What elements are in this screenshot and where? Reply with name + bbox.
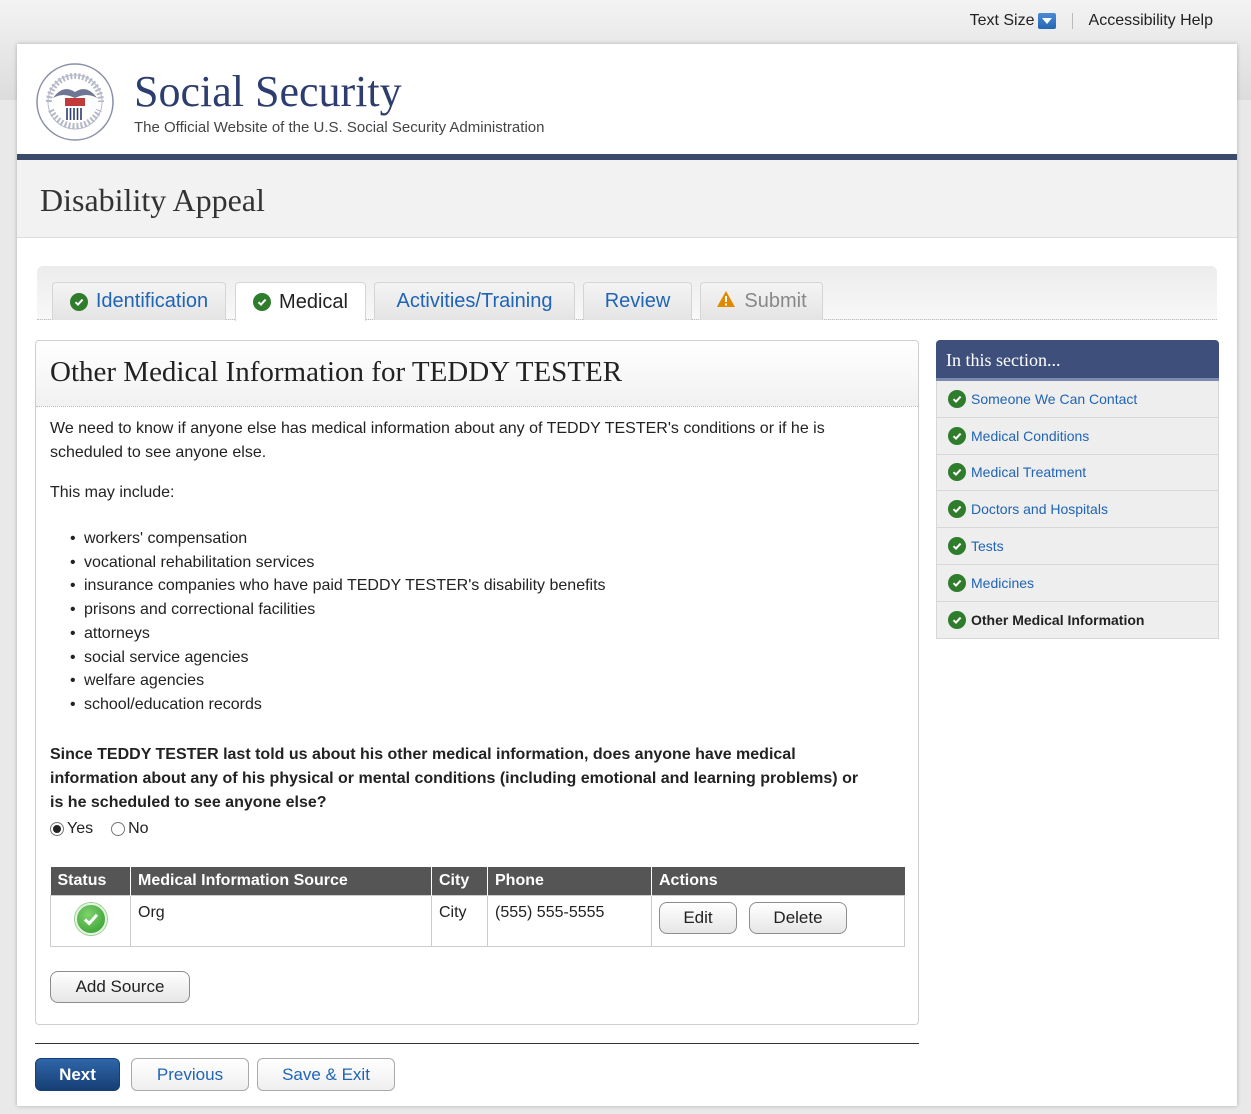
list-item: workers' compensation bbox=[70, 527, 606, 551]
accessibility-help-link[interactable]: Accessibility Help bbox=[1089, 12, 1213, 30]
tab-medical[interactable]: Medical bbox=[235, 282, 366, 321]
main-panel: Other Medical Information for TEDDY TEST… bbox=[35, 340, 919, 1025]
table-row: Org City (555) 555-5555 Edit Delete bbox=[50, 894, 905, 947]
tab-identification[interactable]: Identification bbox=[52, 282, 226, 320]
sidebar-item-label: Medical Treatment bbox=[971, 464, 1087, 481]
tab-review[interactable]: Review bbox=[583, 282, 692, 320]
tab-label: Medical bbox=[279, 290, 348, 313]
radio-no[interactable]: No bbox=[111, 820, 149, 838]
list-item: attorneys bbox=[70, 622, 606, 646]
check-circle-icon bbox=[253, 293, 272, 311]
medical-sources-table: Status Medical Information Source City P… bbox=[50, 867, 905, 947]
sidebar-item-doctors-and-hospitals[interactable]: Doctors and Hospitals bbox=[936, 491, 1219, 529]
next-button[interactable]: Next bbox=[35, 1058, 120, 1091]
sidebar-item-label: Tests bbox=[971, 538, 1004, 555]
sidebar-item-medical-conditions[interactable]: Medical Conditions bbox=[936, 417, 1219, 455]
footer-divider bbox=[35, 1043, 919, 1044]
status-cell bbox=[50, 894, 131, 947]
tab-label: Identification bbox=[95, 290, 209, 312]
add-source-button[interactable]: Add Source bbox=[50, 971, 190, 1003]
check-circle-icon bbox=[948, 500, 966, 519]
section-sidebar: In this section... Someone We Can Contac… bbox=[936, 340, 1219, 639]
check-circle-icon bbox=[74, 902, 107, 935]
ssa-seal-icon bbox=[36, 63, 114, 141]
actions-cell: Edit Delete bbox=[651, 894, 905, 947]
tab-label: Activities/Training bbox=[396, 290, 553, 312]
sidebar-item-medicines[interactable]: Medicines bbox=[936, 564, 1219, 602]
sidebar-item-label: Other Medical Information bbox=[971, 611, 1145, 628]
utility-divider bbox=[1071, 13, 1073, 29]
radio-yes-label: Yes bbox=[67, 820, 94, 837]
sidebar-item-someone-we-can-contact[interactable]: Someone We Can Contact bbox=[936, 381, 1219, 418]
list-item: social service agencies bbox=[70, 646, 606, 670]
section-tabs: Identification Medical Activities/Traini… bbox=[37, 266, 1217, 321]
check-circle-icon bbox=[948, 426, 966, 445]
question-text: Since TEDDY TESTER last told us about hi… bbox=[50, 746, 859, 811]
site-title[interactable]: Social Security bbox=[134, 66, 402, 117]
chevron-down-icon[interactable] bbox=[1037, 13, 1056, 29]
examples-list: workers' compensation vocational rehabil… bbox=[70, 527, 606, 717]
intro-text: We need to know if anyone else has medic… bbox=[50, 420, 825, 461]
column-header-phone: Phone bbox=[487, 867, 652, 895]
tab-submit[interactable]: Submit bbox=[700, 282, 823, 320]
site-subtitle: The Official Website of the U.S. Social … bbox=[134, 119, 545, 136]
utility-links: Text Size Accessibility Help bbox=[970, 12, 1213, 30]
may-include-label: This may include: bbox=[50, 484, 175, 501]
page-banner: Disability Appeal bbox=[17, 160, 1237, 238]
check-circle-icon bbox=[948, 389, 966, 408]
list-item: school/education records bbox=[70, 693, 606, 717]
delete-button[interactable]: Delete bbox=[749, 901, 847, 934]
column-header-actions: Actions bbox=[651, 867, 905, 895]
section-heading: Other Medical Information for TEDDY TEST… bbox=[50, 356, 623, 388]
table-header-row: Status Medical Information Source City P… bbox=[50, 867, 905, 895]
tab-activities-training[interactable]: Activities/Training bbox=[374, 282, 575, 320]
previous-button[interactable]: Previous bbox=[131, 1058, 249, 1091]
sidebar-item-label: Medicines bbox=[971, 574, 1035, 591]
check-circle-icon bbox=[948, 537, 966, 556]
yes-no-radio-group: Yes No bbox=[50, 820, 149, 838]
radio-button-selected[interactable] bbox=[50, 822, 64, 836]
phone-cell: (555) 555-5555 bbox=[487, 894, 652, 947]
sidebar-title: In this section... bbox=[936, 340, 1219, 381]
list-item: welfare agencies bbox=[70, 669, 606, 693]
edit-button[interactable]: Edit bbox=[659, 901, 737, 934]
radio-button[interactable] bbox=[111, 822, 126, 836]
list-item: prisons and correctional facilities bbox=[70, 598, 606, 622]
check-circle-icon bbox=[948, 573, 966, 592]
list-item: vocational rehabilitation services bbox=[70, 551, 606, 575]
page-container: Social Security The Official Website of … bbox=[17, 44, 1237, 1106]
tab-label: Submit bbox=[744, 290, 807, 312]
check-circle-icon bbox=[948, 610, 966, 629]
page-title: Disability Appeal bbox=[40, 182, 265, 218]
check-circle-icon bbox=[948, 463, 966, 482]
radio-yes[interactable]: Yes bbox=[50, 820, 93, 838]
sidebar-item-label: Doctors and Hospitals bbox=[971, 501, 1108, 518]
sidebar-item-other-medical-information[interactable]: Other Medical Information bbox=[936, 601, 1219, 639]
column-header-city: City bbox=[431, 867, 488, 895]
site-header: Social Security The Official Website of … bbox=[17, 44, 1237, 160]
warning-icon bbox=[716, 290, 736, 314]
main-panel-header: Other Medical Information for TEDDY TEST… bbox=[36, 341, 918, 407]
radio-no-label: No bbox=[128, 820, 149, 837]
sidebar-item-label: Someone We Can Contact bbox=[971, 390, 1138, 407]
city-cell: City bbox=[431, 894, 488, 947]
column-header-status: Status bbox=[50, 867, 131, 895]
save-and-exit-button[interactable]: Save & Exit bbox=[257, 1058, 395, 1091]
text-size-label: Text Size bbox=[969, 12, 1035, 29]
sidebar-item-tests[interactable]: Tests bbox=[936, 528, 1219, 565]
list-item: insurance companies who have paid TEDDY … bbox=[70, 574, 606, 598]
text-size-control[interactable]: Text Size bbox=[970, 12, 1056, 30]
column-header-source: Medical Information Source bbox=[130, 867, 432, 895]
check-circle-icon bbox=[69, 292, 88, 311]
sidebar-item-medical-treatment[interactable]: Medical Treatment bbox=[936, 454, 1219, 492]
sidebar-item-label: Medical Conditions bbox=[971, 427, 1090, 444]
source-cell: Org bbox=[130, 894, 432, 947]
tab-label: Review bbox=[604, 290, 671, 312]
